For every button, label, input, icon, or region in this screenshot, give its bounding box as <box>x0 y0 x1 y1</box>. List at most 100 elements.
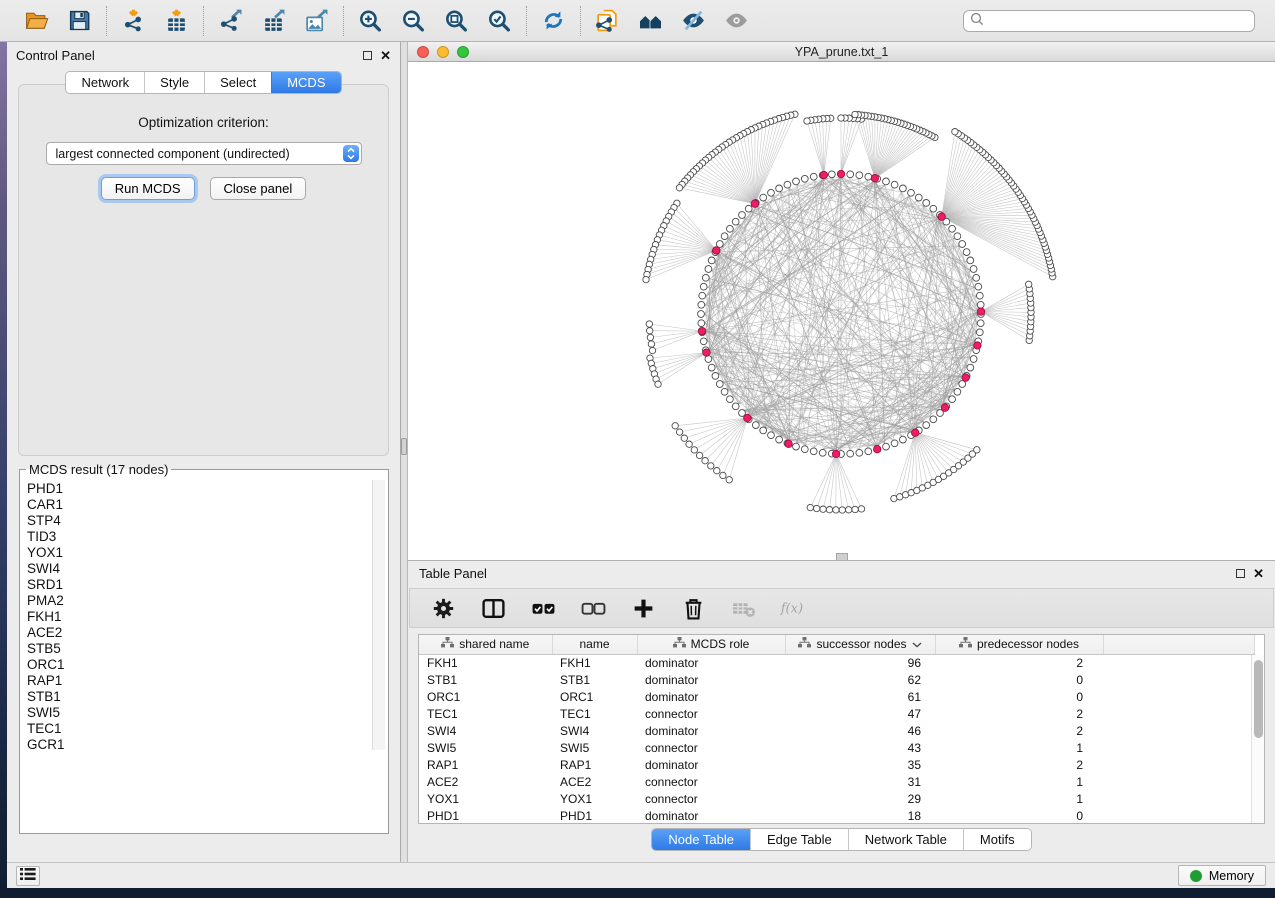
mcds-result-item[interactable]: TEC1 <box>27 721 388 737</box>
mcds-result-item[interactable]: STB1 <box>27 689 388 705</box>
export-table-icon[interactable] <box>260 7 287 34</box>
mcds-result-item[interactable]: SRD1 <box>27 577 388 593</box>
close-panel-button[interactable]: ✕ <box>380 51 391 60</box>
cell-MCDS-role[interactable]: dominator <box>637 671 785 688</box>
mcds-result-item[interactable]: STP4 <box>27 513 388 529</box>
cell-shared-name[interactable]: YOX1 <box>419 790 552 807</box>
cell-name[interactable]: SWI4 <box>552 722 637 739</box>
save-icon[interactable] <box>66 7 93 34</box>
cell-shared-name[interactable]: SWI5 <box>419 739 552 756</box>
close-window-button[interactable] <box>417 46 429 58</box>
zoom-in-icon[interactable] <box>357 7 384 34</box>
table-scrollbar-thumb[interactable] <box>1254 660 1263 738</box>
table-scrollbar[interactable] <box>1251 655 1264 823</box>
mcds-result-item[interactable]: FKH1 <box>27 609 388 625</box>
cell-name[interactable]: PHD1 <box>552 807 637 824</box>
mcds-result-item[interactable]: YOX1 <box>27 545 388 561</box>
cell-MCDS-role[interactable]: dominator <box>637 688 785 705</box>
zoom-out-icon[interactable] <box>400 7 427 34</box>
import-network-icon[interactable] <box>120 7 147 34</box>
cell-name[interactable]: YOX1 <box>552 790 637 807</box>
task-history-button[interactable] <box>16 866 40 886</box>
mcds-result-item[interactable]: SWI5 <box>27 705 388 721</box>
network-graph[interactable] <box>408 62 1268 559</box>
memory-button[interactable]: Memory <box>1178 865 1266 886</box>
columns-icon[interactable] <box>480 595 506 621</box>
first-neighbors-icon[interactable] <box>637 7 664 34</box>
cell-name[interactable]: TEC1 <box>552 705 637 722</box>
cell-shared-name[interactable]: RAP1 <box>419 756 552 773</box>
cell-shared-name[interactable]: SWI4 <box>419 722 552 739</box>
cell-[interactable] <box>1103 688 1254 705</box>
cell-shared-name[interactable]: PHD1 <box>419 807 552 824</box>
splitter-handle[interactable] <box>401 438 407 455</box>
cell-successor-nodes[interactable]: 96 <box>785 654 935 671</box>
cell-shared-name[interactable]: ORC1 <box>419 688 552 705</box>
hide-selected-icon[interactable] <box>680 7 707 34</box>
cell-name[interactable]: FKH1 <box>552 654 637 671</box>
mcds-result-item[interactable]: ACE2 <box>27 625 388 641</box>
cell-successor-nodes[interactable]: 43 <box>785 739 935 756</box>
show-all-icon[interactable] <box>723 7 750 34</box>
cell-predecessor-nodes[interactable]: 2 <box>935 654 1103 671</box>
float-panel-button[interactable] <box>363 51 372 60</box>
import-table-icon[interactable] <box>163 7 190 34</box>
cell-[interactable] <box>1103 807 1254 824</box>
sort-indicator-icon[interactable] <box>912 637 922 651</box>
column-header-MCDS-role[interactable]: MCDS role <box>637 635 785 654</box>
minimize-window-button[interactable] <box>437 46 449 58</box>
cell-name[interactable]: RAP1 <box>552 756 637 773</box>
tab-node-table[interactable]: Node Table <box>652 829 750 850</box>
column-header-name[interactable]: name <box>552 635 637 654</box>
cell-MCDS-role[interactable]: connector <box>637 773 785 790</box>
table-row[interactable]: TEC1TEC1connector472 <box>419 705 1254 722</box>
cell-predecessor-nodes[interactable]: 1 <box>935 739 1103 756</box>
network-view[interactable] <box>408 62 1275 560</box>
table-row[interactable]: PHD1PHD1dominator180 <box>419 807 1254 824</box>
cell-[interactable] <box>1103 705 1254 722</box>
cell-predecessor-nodes[interactable]: 2 <box>935 705 1103 722</box>
tab-edge-table[interactable]: Edge Table <box>750 829 848 850</box>
mcds-result-item[interactable]: ORC1 <box>27 657 388 673</box>
column-header-successor-nodes[interactable]: successor nodes <box>785 635 935 654</box>
mcds-result-item[interactable]: PHD1 <box>27 481 388 497</box>
mcds-result-item[interactable]: GCR1 <box>27 737 388 753</box>
export-network-icon[interactable] <box>217 7 244 34</box>
zoom-selected-icon[interactable] <box>486 7 513 34</box>
cell-predecessor-nodes[interactable]: 1 <box>935 790 1103 807</box>
float-table-panel-button[interactable] <box>1236 569 1245 578</box>
cell-[interactable] <box>1103 671 1254 688</box>
close-table-panel-button[interactable]: ✕ <box>1253 569 1264 578</box>
cell-name[interactable]: SWI5 <box>552 739 637 756</box>
close-panel-button-2[interactable]: Close panel <box>210 177 307 200</box>
cell-MCDS-role[interactable]: dominator <box>637 722 785 739</box>
tab-motifs[interactable]: Motifs <box>963 829 1031 850</box>
cell-[interactable] <box>1103 790 1254 807</box>
network-from-selection-icon[interactable] <box>594 7 621 34</box>
cell-successor-nodes[interactable]: 35 <box>785 756 935 773</box>
refresh-icon[interactable] <box>540 7 567 34</box>
gear-icon[interactable] <box>430 595 456 621</box>
cell-successor-nodes[interactable]: 47 <box>785 705 935 722</box>
table-row[interactable]: YOX1YOX1connector291 <box>419 790 1254 807</box>
cell-MCDS-role[interactable]: connector <box>637 705 785 722</box>
horizontal-splitter-handle[interactable] <box>836 553 848 560</box>
cell-name[interactable]: ORC1 <box>552 688 637 705</box>
mcds-result-item[interactable]: SWI4 <box>27 561 388 577</box>
deselect-all-icon[interactable] <box>580 595 606 621</box>
cell-predecessor-nodes[interactable]: 0 <box>935 671 1103 688</box>
table-row[interactable]: FKH1FKH1dominator962 <box>419 654 1254 671</box>
cell-[interactable] <box>1103 722 1254 739</box>
cell-shared-name[interactable]: TEC1 <box>419 705 552 722</box>
cell-successor-nodes[interactable]: 61 <box>785 688 935 705</box>
mcds-result-list[interactable]: PHD1CAR1STP4TID3YOX1SWI4SRD1PMA2FKH1ACE2… <box>20 479 388 753</box>
delete-icon[interactable] <box>680 595 706 621</box>
tab-network-table[interactable]: Network Table <box>848 829 963 850</box>
tab-style[interactable]: Style <box>144 72 204 93</box>
column-header-shared-name[interactable]: shared name <box>419 635 552 654</box>
cell-name[interactable]: ACE2 <box>552 773 637 790</box>
open-file-icon[interactable] <box>23 7 50 34</box>
vertical-splitter[interactable] <box>400 42 407 862</box>
cell-[interactable] <box>1103 654 1254 671</box>
export-image-icon[interactable] <box>303 7 330 34</box>
